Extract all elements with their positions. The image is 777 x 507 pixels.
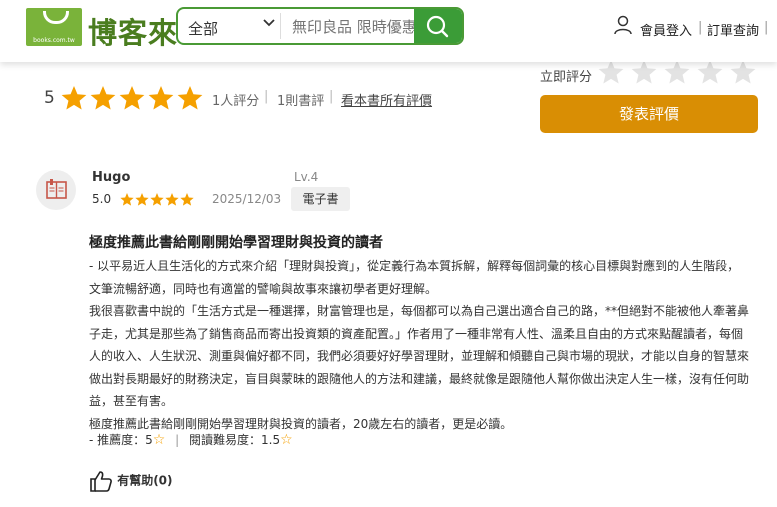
search-bar: 全部: [176, 7, 464, 45]
average-score: 5: [44, 88, 55, 108]
nav-divider: |: [698, 20, 703, 35]
all-reviews-link[interactable]: 看本書所有評價: [341, 90, 432, 109]
format-tag: 電子書: [291, 187, 350, 211]
star-icon: [120, 193, 134, 206]
bag-handle-icon: [43, 11, 69, 24]
avatar[interactable]: [36, 170, 76, 210]
helpful-button[interactable]: 有幫助(0): [89, 470, 173, 492]
search-divider: [280, 13, 281, 39]
star-icon: [150, 193, 164, 206]
nav-divider: |: [764, 20, 769, 35]
order-query-link[interactable]: 訂單查詢: [707, 20, 759, 39]
search-button[interactable]: [414, 9, 462, 43]
star-icon: [90, 86, 116, 110]
post-review-button[interactable]: 發表評價: [540, 95, 758, 133]
meta-divider: |: [329, 89, 334, 104]
star-icon: [135, 193, 149, 206]
star-icon: [148, 86, 174, 110]
reviewer-name[interactable]: Hugo: [92, 170, 130, 185]
star-icon[interactable]: [631, 60, 657, 84]
review-stars: [120, 193, 194, 206]
rating-details: - 推薦度：5☆ | 閱讀難易度：1.5☆: [89, 431, 293, 448]
detail-divider: |: [175, 433, 180, 447]
star-icon: ☆: [152, 432, 166, 448]
rate-now-stars[interactable]: [597, 59, 757, 87]
star-icon: [119, 86, 145, 110]
rater-count: 1人評分: [212, 94, 260, 109]
review-body: - 以平易近人且生活化的方式來介紹「理財與投資」，從定義行為本質拆解，解釋每個詞…: [89, 255, 749, 435]
thumbs-up-icon: [90, 471, 112, 492]
review-title: 極度推薦此書給剛剛開始學習理財與投資的讀者: [89, 235, 383, 251]
meta-divider: |: [264, 89, 269, 104]
difficulty-score: 閱讀難易度：1.5: [189, 433, 281, 447]
review-score: 5.0: [92, 192, 112, 206]
star-icon: [165, 193, 179, 206]
member-login-link[interactable]: 會員登入: [640, 20, 692, 39]
review-count: 1則書評: [277, 94, 325, 109]
star-icon[interactable]: [664, 60, 690, 84]
search-input[interactable]: [290, 15, 418, 39]
chevron-down-icon[interactable]: [262, 15, 276, 33]
rate-now-label: 立即評分: [540, 70, 593, 85]
review-paragraph: - 以平易近人且生活化的方式來介紹「理財與投資」，從定義行為本質拆解，解釋每個詞…: [89, 259, 740, 296]
reviewer-level: Lv.4: [294, 170, 319, 184]
star-icon: [61, 86, 87, 110]
book-icon: [46, 179, 67, 199]
logo-text[interactable]: 博客來: [88, 10, 178, 52]
star-icon[interactable]: [697, 60, 723, 84]
site-header: books.com.tw 博客來 全部 會員登入 | 訂單查詢 |: [0, 0, 777, 62]
review-paragraph: 我很喜歡書中說的「生活方式是一種選擇，財富管理也是，每個都可以為自己選出適合自己…: [89, 304, 750, 408]
user-icon[interactable]: [614, 15, 632, 39]
search-category-select[interactable]: 全部: [188, 18, 218, 39]
search-icon: [426, 15, 449, 38]
review-date: 2025/12/03: [212, 192, 282, 206]
star-icon: ☆: [280, 432, 293, 448]
recommend-score: - 推薦度：5: [89, 433, 153, 447]
average-stars: [61, 86, 203, 110]
helpful-label: 有幫助(0): [117, 473, 173, 488]
star-icon[interactable]: [598, 60, 624, 84]
star-icon: [177, 86, 203, 110]
star-icon[interactable]: [730, 60, 756, 84]
logo-url: books.com.tw: [33, 37, 75, 44]
star-icon: [180, 193, 194, 206]
logo[interactable]: books.com.tw: [26, 8, 82, 46]
